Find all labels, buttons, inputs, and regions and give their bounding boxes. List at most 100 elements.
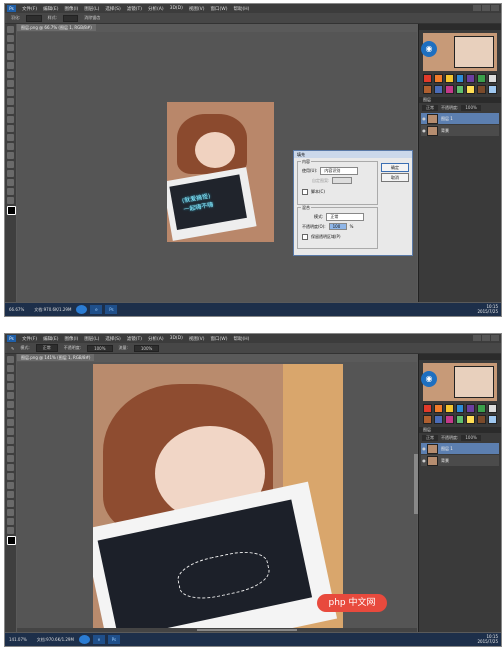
opacity-input[interactable]: 100 bbox=[328, 223, 347, 230]
gradient-tool-icon[interactable] bbox=[7, 125, 14, 132]
color-swatch-icon[interactable] bbox=[7, 206, 16, 215]
history-brush-tool-icon[interactable] bbox=[7, 107, 14, 114]
layers-opacity-input[interactable]: 100% bbox=[461, 435, 481, 441]
eraser-tool-icon[interactable] bbox=[7, 116, 14, 123]
adjustment-icon[interactable] bbox=[423, 85, 432, 94]
horizontal-scrollbar[interactable] bbox=[17, 628, 417, 632]
adjustment-icon[interactable] bbox=[423, 404, 432, 413]
mode-select[interactable]: 正常 bbox=[326, 213, 365, 221]
menu-view[interactable]: 视图(V) bbox=[189, 6, 205, 12]
shape-tool-icon[interactable] bbox=[7, 179, 14, 186]
type-tool-icon[interactable] bbox=[7, 491, 14, 498]
menu-edit[interactable]: 编辑(E) bbox=[43, 336, 58, 342]
layer-row-background[interactable]: ● 背景 bbox=[421, 125, 499, 136]
menu-image[interactable]: 图像(I) bbox=[64, 336, 78, 342]
adjustment-icon[interactable] bbox=[466, 74, 476, 83]
anti-alias-checkbox[interactable]: 消除锯齿 bbox=[84, 15, 100, 21]
adjustment-icon[interactable] bbox=[455, 415, 465, 424]
layer-row-layer1[interactable]: ● 图层 1 bbox=[421, 443, 499, 454]
navigator-thumbnail[interactable]: ◉ bbox=[421, 33, 497, 71]
menu-filter[interactable]: 滤镜(T) bbox=[127, 336, 142, 342]
healing-tool-icon[interactable] bbox=[7, 80, 14, 87]
move-tool-icon[interactable] bbox=[7, 26, 14, 33]
cancel-button[interactable]: 取消 bbox=[381, 173, 409, 182]
layer-row-layer1[interactable]: ● 图层 1 bbox=[421, 113, 499, 124]
photo-canvas[interactable]: (就爱搞怪) 一起嗨不嗨 bbox=[167, 102, 274, 242]
gradient-tool-icon[interactable] bbox=[7, 455, 14, 462]
adjustment-icon[interactable] bbox=[433, 74, 443, 83]
maximize-button[interactable] bbox=[482, 5, 490, 11]
minimize-button[interactable] bbox=[473, 5, 481, 11]
taskbar-ps-icon[interactable]: Ps bbox=[105, 305, 118, 314]
menu-help[interactable]: 帮助(H) bbox=[233, 336, 249, 342]
flow-input[interactable]: 100% bbox=[133, 344, 160, 352]
brush-preset-icon[interactable]: ✎ bbox=[11, 346, 14, 351]
maximize-button[interactable] bbox=[482, 335, 490, 341]
eyedropper-tool-icon[interactable] bbox=[7, 71, 14, 78]
canvas-area[interactable]: (就爱搞怪) 一起嗨不嗨 填充 内容 使用(U): 内容识别 自定图案: 脚本(… bbox=[17, 32, 417, 302]
adjustment-icon[interactable] bbox=[466, 415, 476, 424]
photo-canvas[interactable] bbox=[93, 364, 343, 632]
eyedropper-tool-icon[interactable] bbox=[7, 401, 14, 408]
move-tool-icon[interactable] bbox=[7, 356, 14, 363]
marquee-tool-icon[interactable] bbox=[7, 35, 14, 42]
pen-tool-icon[interactable] bbox=[7, 482, 14, 489]
adjustment-icon[interactable] bbox=[477, 415, 487, 424]
menu-layer[interactable]: 图层(L) bbox=[84, 6, 99, 12]
crop-tool-icon[interactable] bbox=[7, 392, 14, 399]
adjustment-icon[interactable] bbox=[444, 85, 454, 94]
start-button[interactable] bbox=[78, 635, 90, 644]
ok-button[interactable]: 确定 bbox=[381, 163, 409, 172]
adjustment-icon[interactable] bbox=[444, 415, 454, 424]
layers-blend-select[interactable]: 正常 bbox=[422, 435, 438, 441]
blur-tool-icon[interactable] bbox=[7, 134, 14, 141]
adjustment-icon[interactable] bbox=[477, 85, 487, 94]
adjustment-icon[interactable] bbox=[488, 404, 497, 413]
menu-select[interactable]: 选择(S) bbox=[105, 6, 120, 12]
adjustment-icon[interactable] bbox=[455, 404, 465, 413]
document-tab[interactable]: 图层.png @ 141% (图层 1, RGB/8#) bbox=[17, 354, 95, 361]
use-select[interactable]: 内容识别 bbox=[320, 167, 359, 175]
adjustment-icon[interactable] bbox=[477, 74, 487, 83]
menu-file[interactable]: 文件(F) bbox=[22, 336, 37, 342]
menu-analysis[interactable]: 分析(A) bbox=[148, 6, 164, 12]
start-button[interactable] bbox=[76, 305, 88, 314]
path-select-tool-icon[interactable] bbox=[7, 500, 14, 507]
adjustment-icon[interactable] bbox=[488, 74, 497, 83]
script-checkbox[interactable] bbox=[302, 189, 308, 195]
navigator-tab[interactable] bbox=[419, 24, 501, 30]
menu-file[interactable]: 文件(F) bbox=[22, 6, 37, 12]
adjustment-icon[interactable] bbox=[455, 85, 465, 94]
layers-tab[interactable]: 图层 bbox=[419, 97, 501, 103]
menu-select[interactable]: 选择(S) bbox=[105, 336, 120, 342]
taskbar-ie-icon[interactable]: e bbox=[90, 305, 103, 314]
preserve-checkbox[interactable] bbox=[302, 234, 308, 240]
path-select-tool-icon[interactable] bbox=[7, 170, 14, 177]
color-swatch-icon[interactable] bbox=[7, 536, 16, 545]
close-button[interactable] bbox=[491, 5, 499, 11]
pen-tool-icon[interactable] bbox=[7, 152, 14, 159]
zoom-tool-icon[interactable] bbox=[7, 197, 14, 204]
lasso-tool-icon[interactable] bbox=[7, 44, 14, 51]
menu-filter[interactable]: 滤镜(T) bbox=[127, 6, 142, 12]
layers-tab[interactable]: 图层 bbox=[419, 427, 501, 433]
adjustment-icon[interactable] bbox=[455, 74, 465, 83]
stamp-tool-icon[interactable] bbox=[7, 98, 14, 105]
history-brush-tool-icon[interactable] bbox=[7, 437, 14, 444]
layers-blend-select[interactable]: 正常 bbox=[422, 105, 438, 111]
document-tab[interactable]: 图层.png @ 66.7% (图层 1, RGB/8#) bbox=[17, 24, 96, 31]
adjustment-icon[interactable] bbox=[488, 85, 497, 94]
feather-input[interactable] bbox=[26, 14, 42, 22]
hand-tool-icon[interactable] bbox=[7, 188, 14, 195]
hand-tool-icon[interactable] bbox=[7, 518, 14, 525]
dodge-tool-icon[interactable] bbox=[7, 143, 14, 150]
adjustment-icon[interactable] bbox=[444, 74, 454, 83]
stamp-tool-icon[interactable] bbox=[7, 428, 14, 435]
adjustment-icon[interactable] bbox=[433, 404, 443, 413]
adjustment-icon[interactable] bbox=[466, 404, 476, 413]
mode-select[interactable]: 正常 bbox=[35, 344, 58, 352]
adjustment-icon[interactable] bbox=[423, 415, 432, 424]
canvas-area[interactable]: php 中文网 bbox=[17, 362, 417, 632]
quick-select-tool-icon[interactable] bbox=[7, 53, 14, 60]
marching-ants-selection[interactable] bbox=[174, 546, 273, 605]
